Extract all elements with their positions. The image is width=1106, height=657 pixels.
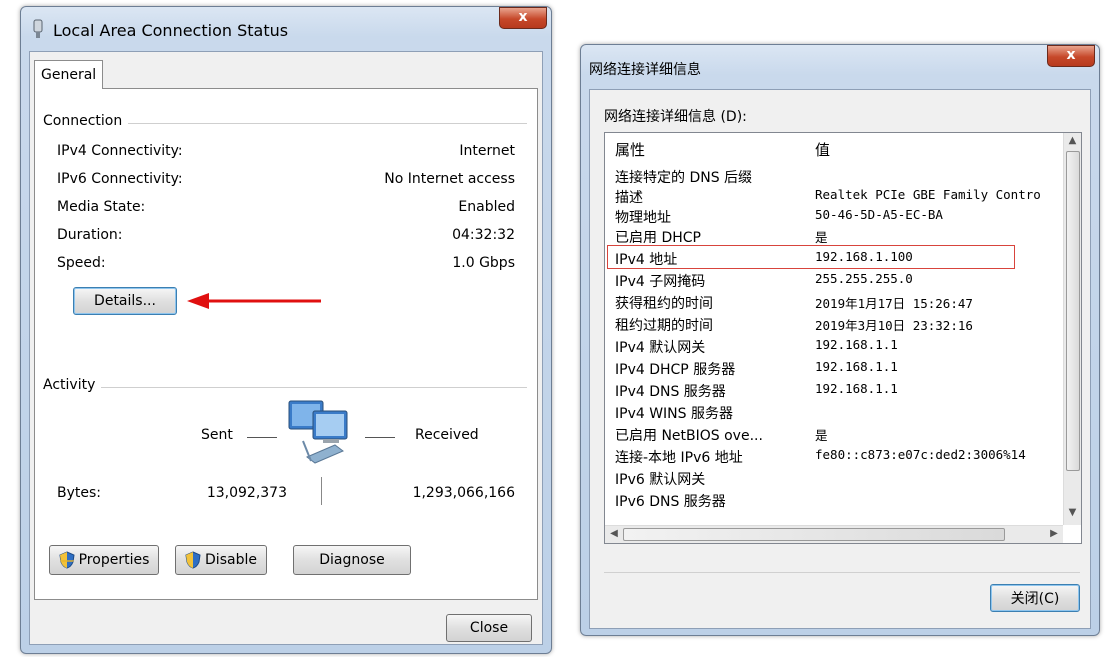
tab-general[interactable]: General xyxy=(34,60,104,89)
property-label: IPv6 DNS 服务器 xyxy=(615,494,726,510)
title-bar[interactable]: Local Area Connection Status x xyxy=(21,7,551,51)
network-connection-details-window: 网络连接详细信息 x 网络连接详细信息 (D): 属性 值 连接特定的 DNS … xyxy=(580,44,1100,636)
property-label: IPv4 DNS 服务器 xyxy=(615,384,726,400)
vertical-scrollbar[interactable]: ▲ ▼ xyxy=(1063,133,1081,525)
sent-label: Sent xyxy=(201,427,233,443)
ipv4-address-highlight-box xyxy=(607,245,1015,269)
property-label: IPv4 WINS 服务器 xyxy=(615,406,733,422)
property-value: 50-46-5D-A5-EC-BA xyxy=(815,207,943,222)
ipv6-connectivity-label: IPv6 Connectivity: xyxy=(57,171,183,187)
property-value: Realtek PCIe GBE Family Contro xyxy=(815,187,1041,202)
property-value: fe80::c873:e07c:ded2:3006%14 xyxy=(815,447,1026,462)
received-label: Received xyxy=(415,427,479,443)
property-label: 连接-本地 IPv6 地址 xyxy=(615,450,743,466)
bytes-divider xyxy=(321,477,322,505)
bytes-label: Bytes: xyxy=(57,485,102,501)
bytes-sent-value: 13,092,373 xyxy=(206,485,287,501)
column-header-property[interactable]: 属性 xyxy=(615,139,645,160)
property-value: 是 xyxy=(815,230,828,245)
uac-shield-icon xyxy=(59,551,75,569)
disable-button[interactable]: Disable xyxy=(175,545,267,575)
speed-label: Speed: xyxy=(57,255,106,271)
property-value: 2019年3月10日 23:32:16 xyxy=(815,318,973,333)
ipv4-connectivity-value: Internet xyxy=(459,143,515,159)
bottom-divider xyxy=(604,572,1080,573)
local-area-connection-status-window: Local Area Connection Status x General C… xyxy=(20,6,552,654)
property-label: 已启用 DHCP xyxy=(615,230,701,246)
network-computers-icon xyxy=(283,397,361,469)
media-state-label: Media State: xyxy=(57,199,146,215)
property-label: 连接特定的 DNS 后缀 xyxy=(615,170,753,186)
received-line xyxy=(365,437,395,438)
property-value: 192.168.1.1 xyxy=(815,359,898,374)
close-button[interactable]: Close xyxy=(446,614,532,642)
duration-label: Duration: xyxy=(57,227,123,243)
scroll-left-arrow-icon[interactable]: ◀ xyxy=(607,528,621,539)
window-client-area: General Connection IPv4 Connectivity: In… xyxy=(29,51,543,645)
horizontal-scroll-thumb[interactable] xyxy=(623,528,1005,541)
scroll-right-arrow-icon[interactable]: ▶ xyxy=(1047,528,1061,539)
property-label: IPv4 子网掩码 xyxy=(615,274,706,290)
close-button[interactable]: 关闭(C) xyxy=(990,584,1080,612)
property-value: 是 xyxy=(815,428,828,443)
property-value: 2019年1月17日 15:26:47 xyxy=(815,296,973,311)
scroll-down-arrow-icon[interactable]: ▼ xyxy=(1064,507,1081,518)
window-client-area: 网络连接详细信息 (D): 属性 值 连接特定的 DNS 后缀 描述 Realte… xyxy=(589,89,1091,629)
media-state-value: Enabled xyxy=(458,199,515,215)
window-title: 网络连接详细信息 xyxy=(589,62,701,78)
property-label: 获得租约的时间 xyxy=(615,296,713,312)
property-value: 192.168.1.1 xyxy=(815,381,898,396)
horizontal-scrollbar[interactable]: ◀ ▶ xyxy=(605,525,1063,543)
details-button[interactable]: Details... xyxy=(73,287,177,315)
properties-button[interactable]: Properties xyxy=(49,545,159,575)
property-label: 租约过期的时间 xyxy=(615,318,713,334)
bytes-received-value: 1,293,066,166 xyxy=(412,485,515,501)
sent-line xyxy=(247,437,277,438)
red-arrow-annotation xyxy=(187,293,321,309)
activity-group-divider xyxy=(43,387,527,388)
properties-button-label: Properties xyxy=(78,552,150,568)
property-label: IPv4 默认网关 xyxy=(615,340,706,356)
property-value: 255.255.255.0 xyxy=(815,271,913,286)
general-tab-page: Connection IPv4 Connectivity: Internet I… xyxy=(34,88,538,600)
ipv4-connectivity-label: IPv4 Connectivity: xyxy=(57,143,183,159)
close-window-button[interactable]: x xyxy=(1047,45,1095,67)
details-list[interactable]: 属性 值 连接特定的 DNS 后缀 描述 Realtek PCIe GBE Fam… xyxy=(604,132,1082,544)
activity-group-label: Activity xyxy=(43,377,102,393)
scroll-up-arrow-icon[interactable]: ▲ xyxy=(1064,135,1081,146)
window-title: Local Area Connection Status xyxy=(53,21,289,40)
details-list-caption: 网络连接详细信息 (D): xyxy=(604,109,747,125)
uac-shield-icon xyxy=(185,551,201,569)
property-label: IPv4 DHCP 服务器 xyxy=(615,362,736,378)
property-label: 物理地址 xyxy=(615,210,671,226)
speed-value: 1.0 Gbps xyxy=(452,255,515,271)
network-adapter-icon xyxy=(31,19,45,39)
diagnose-button[interactable]: Diagnose xyxy=(293,545,411,575)
connection-group-label: Connection xyxy=(43,113,129,129)
vertical-scroll-thumb[interactable] xyxy=(1066,151,1080,471)
property-label: 描述 xyxy=(615,190,643,206)
title-bar[interactable]: 网络连接详细信息 x xyxy=(581,45,1099,89)
property-label: 已启用 NetBIOS ove... xyxy=(615,428,763,444)
ipv6-connectivity-value: No Internet access xyxy=(384,171,515,187)
duration-value: 04:32:32 xyxy=(452,227,515,243)
disable-button-label: Disable xyxy=(205,552,257,568)
property-value: 192.168.1.1 xyxy=(815,337,898,352)
close-window-button[interactable]: x xyxy=(499,7,547,29)
column-header-value[interactable]: 值 xyxy=(815,139,830,160)
property-label: IPv6 默认网关 xyxy=(615,472,706,488)
